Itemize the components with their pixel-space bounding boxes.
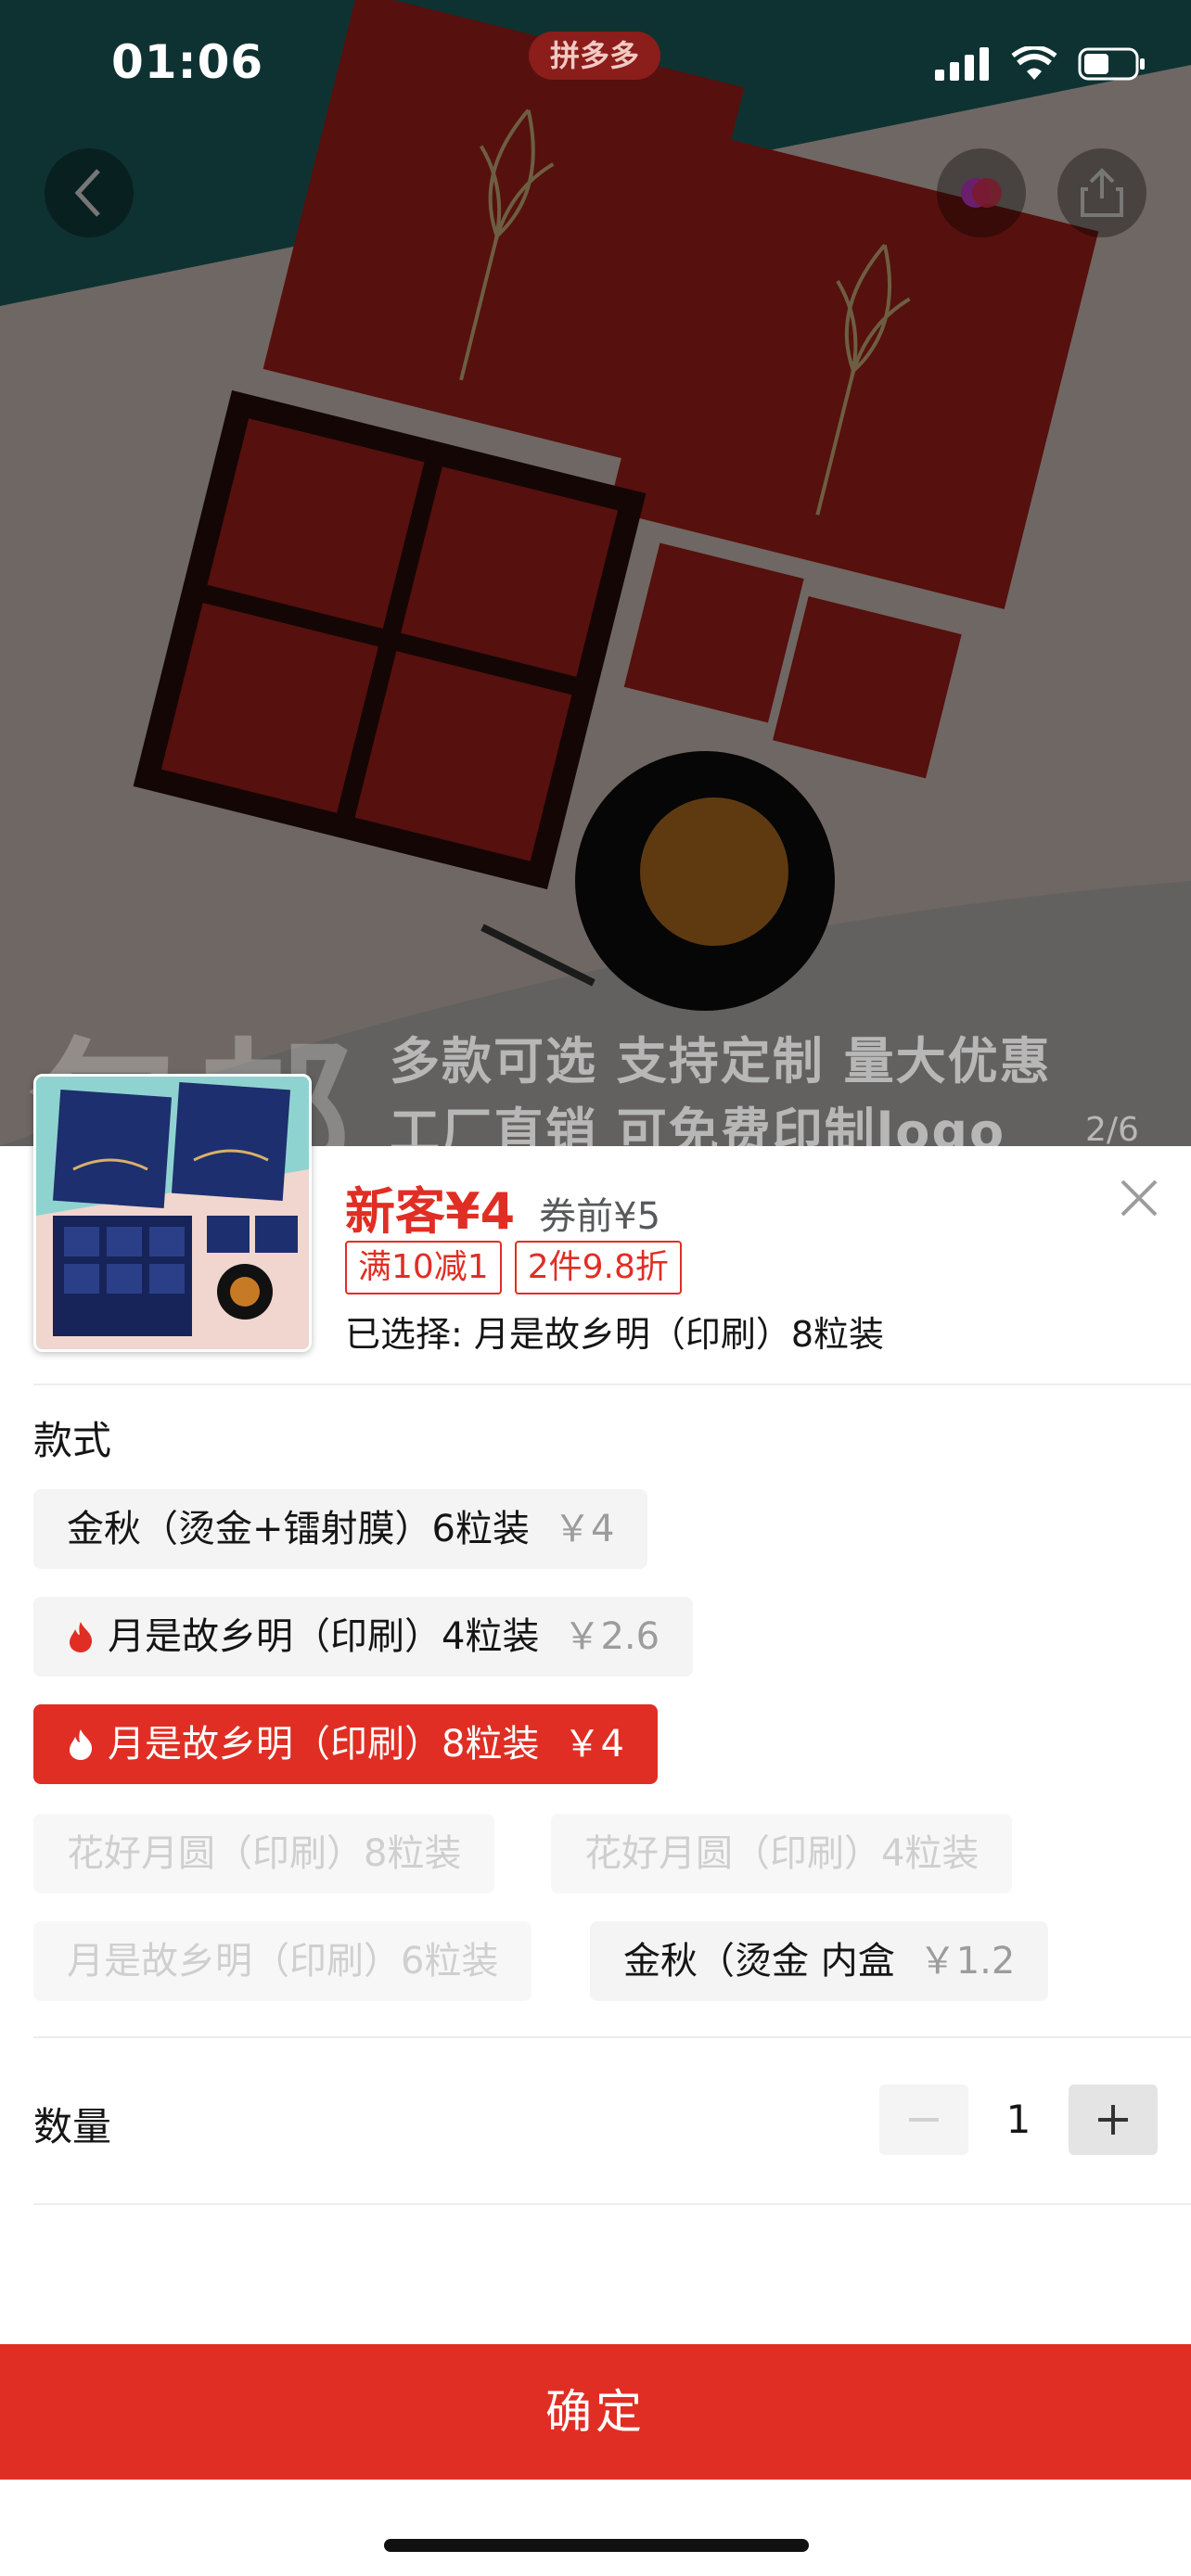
divider: [33, 2203, 1191, 2205]
signal-icon: [935, 47, 991, 84]
flame-icon: [67, 1728, 95, 1761]
back-button[interactable]: [45, 148, 134, 237]
style-option[interactable]: 金秋（烫金+镭射膜）6粒装 ￥4: [33, 1489, 648, 1569]
new-customer-price: 新客¥4: [345, 1182, 516, 1241]
battery-icon: [1078, 47, 1146, 84]
style-option-disabled: 月是故乡明（印刷）6粒装: [33, 1921, 532, 2001]
option-price: ￥1.2: [918, 1940, 1016, 1983]
selected-sku-thumbnail[interactable]: [33, 1074, 312, 1352]
flame-icon: [67, 1620, 95, 1653]
style-option[interactable]: 月是故乡明（印刷）4粒装 ￥2.6: [33, 1597, 694, 1677]
style-option[interactable]: 金秋（烫金 内盒 ￥1.2: [590, 1921, 1049, 2001]
status-icons: [935, 45, 1146, 85]
confirm-button[interactable]: 确定: [0, 2344, 1191, 2480]
image-counter: 2/6: [1085, 1111, 1139, 1146]
app-badge: 拼多多: [529, 32, 660, 80]
option-price: ￥2.6: [563, 1615, 660, 1658]
quantity-label: 数量: [33, 2104, 112, 2149]
style-section-title: 款式: [33, 1418, 112, 1463]
favorite-button[interactable]: [937, 148, 1026, 237]
share-icon: [1081, 168, 1123, 217]
wifi-icon: [1011, 45, 1057, 85]
quantity-value: 1: [1005, 2097, 1031, 2142]
banner-line-2: 工厂直销 可免费印制logo: [390, 1103, 1006, 1146]
divider: [33, 2036, 1191, 2038]
selected-sku-text: 已选择: 月是故乡明（印刷）8粒装: [345, 1314, 885, 1355]
coupon-tag: 满10减1: [345, 1241, 502, 1294]
chevron-left-icon: [74, 169, 100, 217]
close-icon: [1121, 1180, 1158, 1217]
plus-icon: [1098, 2105, 1128, 2135]
divider: [33, 1384, 1191, 1385]
brand-circles-icon: [961, 178, 1002, 208]
share-button[interactable]: [1057, 148, 1146, 237]
banner-line-1: 多款可选 支持定制 量大优惠: [390, 1032, 1052, 1090]
price-row: 新客¥4 券前¥5: [345, 1170, 660, 1243]
style-option-disabled: 花好月圆（印刷）4粒装: [551, 1814, 1013, 1894]
price-before-coupon: 券前¥5: [539, 1195, 661, 1238]
coupon-tag: 2件9.8折: [514, 1241, 682, 1294]
coupon-tags: 满10减1 2件9.8折: [345, 1241, 682, 1294]
status-time: 01:06: [111, 35, 264, 89]
style-option-selected[interactable]: 月是故乡明（印刷）8粒装 ￥4: [33, 1704, 658, 1784]
home-indicator: [384, 2539, 809, 2552]
style-option-disabled: 花好月圆（印刷）8粒装: [33, 1814, 495, 1894]
quantity-decrease-button[interactable]: [879, 2085, 968, 2155]
quantity-increase-button[interactable]: [1069, 2085, 1158, 2155]
close-button[interactable]: [1113, 1172, 1165, 1224]
minus-icon: [909, 2118, 939, 2122]
option-price: ￥4: [563, 1723, 624, 1766]
option-price: ￥4: [553, 1508, 615, 1550]
